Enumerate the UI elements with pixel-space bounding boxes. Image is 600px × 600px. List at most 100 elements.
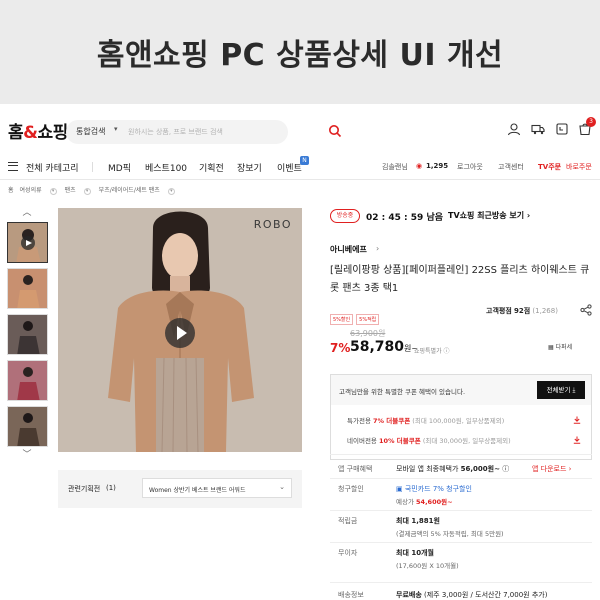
thumbnail-2[interactable] xyxy=(7,268,48,309)
thumbnail-4[interactable] xyxy=(7,360,48,401)
live-badge: 방송중 xyxy=(330,209,360,223)
nav-groceries[interactable]: 장보기 xyxy=(237,161,262,174)
nav-all-categories[interactable]: 전체 카테고리 xyxy=(26,161,79,174)
card-expected-label: 예상가 xyxy=(396,498,414,506)
breadcrumb-item[interactable]: 팬츠 xyxy=(65,187,76,194)
brand-name[interactable]: 아니베에프 xyxy=(330,244,367,255)
app-download-label: 앱 다운로드 xyxy=(532,465,567,473)
customer-center-link[interactable]: 고객센터 xyxy=(498,162,524,172)
play-icon xyxy=(21,236,35,250)
nav-exhibitions[interactable]: 기획전 xyxy=(199,161,224,174)
coupon-header: 고객님만을 위한 특별한 쿠폰 혜택이 있습니다. 전체받기 ⤓ xyxy=(331,375,591,405)
recent-viewed-icon[interactable] xyxy=(555,122,569,136)
card-discount-label: 다퍼세 xyxy=(555,344,573,351)
app-download-link[interactable]: 앱 다운로드 › xyxy=(532,464,571,474)
download-icon[interactable] xyxy=(573,416,581,424)
download-icon[interactable] xyxy=(573,436,581,444)
coupon-box: 고객님만을 위한 특별한 쿠폰 혜택이 있습니다. 전체받기 ⤓ 특가전용 7%… xyxy=(330,374,592,460)
thumb-up-arrow-icon[interactable]: ︿ xyxy=(22,208,32,218)
tv-order-link[interactable]: TV주문 xyxy=(538,162,561,172)
thumbnail-3[interactable] xyxy=(7,314,48,355)
card-expected: 예상가 54,600원~ xyxy=(396,496,453,506)
product-rating[interactable]: 고객평점 92점 (1,268) xyxy=(486,306,558,316)
shipping-label: 배송정보 xyxy=(338,591,364,599)
thumb-down-arrow-icon[interactable]: ﹀ xyxy=(22,450,32,460)
quick-order-link[interactable]: 바로주문 xyxy=(566,162,592,172)
related-exhibition-select[interactable]: Women 상반기 베스트 브랜드 어워드 ⌄ xyxy=(142,478,292,498)
chevron-down-icon[interactable]: ▾ xyxy=(83,188,91,195)
hamburger-menu-icon[interactable] xyxy=(8,162,18,171)
breadcrumb-item[interactable]: 홈 xyxy=(8,187,14,194)
discount-rate: 7% xyxy=(330,341,351,355)
card-brand-icon: ▣ xyxy=(396,485,403,493)
logout-link[interactable]: 로그아웃 xyxy=(457,162,483,172)
search-bar[interactable]: 통합검색 ▾ 원하시는 상품, 프로 브랜드 검색 xyxy=(66,120,342,144)
chevron-down-icon[interactable]: ▾ xyxy=(114,125,118,133)
search-icon[interactable] xyxy=(328,124,342,138)
app-benefit-value: 모바일 앱 최종혜택가 56,000원~ ⓘ xyxy=(396,464,509,474)
nav-divider xyxy=(92,162,93,172)
related-label: 관련기획전 xyxy=(68,485,101,493)
user-icon[interactable] xyxy=(507,122,521,136)
related-select-value: Women 상반기 베스트 브랜드 어워드 xyxy=(149,487,246,494)
play-icon[interactable] xyxy=(165,318,195,348)
rating-label: 고객평점 xyxy=(486,307,512,315)
points-value: 최대 1,881원 xyxy=(396,516,440,526)
delivery-truck-icon[interactable] xyxy=(531,122,545,136)
main-nav: 전체 카테고리 MD픽 베스트100 기획전 장보기 이벤트 N 김솔랜님 ◉ … xyxy=(0,154,600,180)
app-benefit-label: 앱 구매혜택 xyxy=(338,465,373,473)
breadcrumb-item[interactable]: 부츠/레이어드/세트 팬츠 xyxy=(99,187,160,194)
shipping-value-text: 무료배송 xyxy=(396,591,422,599)
shipping-sub: (제주 3,000원 / 도서산간 7,000원 추가) xyxy=(424,591,548,599)
main-product-image[interactable]: ROBO xyxy=(58,208,302,452)
coupon-name: 네이버전용 xyxy=(347,437,377,445)
chevron-down-icon[interactable]: ▾ xyxy=(49,188,57,195)
coupon-name: 특가전용 xyxy=(347,417,371,425)
logo[interactable]: 홈&쇼핑 xyxy=(8,118,68,143)
header: 홈&쇼핑 통합검색 ▾ 원하시는 상품, 프로 브랜드 검색 3 xyxy=(0,104,600,154)
card-label: 청구할인 xyxy=(338,485,364,493)
user-points[interactable]: 1,295 xyxy=(426,162,448,170)
thumbnail-model-image xyxy=(17,321,40,354)
product-title: [릴레이팡팡 상품][페이퍼플레인] 22SS 플리츠 하이웨스트 큐롯 팬츠 … xyxy=(330,265,590,294)
rating-score: 92점 xyxy=(514,307,531,315)
search-scope[interactable]: 통합검색 xyxy=(76,126,105,137)
card-expected-price: 54,600원~ xyxy=(416,498,453,506)
brand-watermark: ROBO xyxy=(253,218,292,231)
card-value[interactable]: ▣ 국민카드 7% 청구할인 xyxy=(396,484,472,494)
thumbnail-5[interactable] xyxy=(7,406,48,447)
coupon-row-1: 특가전용 7% 더블쿠폰 (최대 100,000원, 일부상품제외) xyxy=(347,415,504,425)
nav-md-pick[interactable]: MD픽 xyxy=(108,161,131,174)
card-discount-button[interactable]: ▦ 다퍼세 xyxy=(548,342,572,351)
logo-amp: & xyxy=(23,123,38,143)
installment-label: 무이자 xyxy=(338,549,358,557)
breadcrumb: 홈 여성의류 ▾ 팬츠 ▾ 부츠/레이어드/세트 팬츠 ▾ xyxy=(8,185,183,195)
product-tags: 5%할인 5%적립 xyxy=(330,306,382,325)
download-all-coupons-button[interactable]: 전체받기 ⤓ xyxy=(537,381,585,399)
installment-value: 최대 10개월 xyxy=(396,548,434,558)
coupon-limit: (최대 30,000원, 일부상품제외) xyxy=(422,437,511,445)
thumbnail-model-image xyxy=(17,367,40,400)
chevron-down-icon[interactable]: ▾ xyxy=(167,188,175,195)
banner-title: 홈앤쇼핑 PC 상품상세 UI 개선 xyxy=(96,38,504,73)
promo-banner: 홈앤쇼핑 PC 상품상세 UI 개선 xyxy=(0,0,600,104)
nav-best100[interactable]: 베스트100 xyxy=(145,161,187,174)
chevron-right-icon[interactable]: › xyxy=(376,244,379,253)
broadcast-timer: 02 : 45 : 59 남음 xyxy=(366,213,443,223)
user-name[interactable]: 김솔랜님 xyxy=(382,162,408,172)
coupon-limit: (최대 100,000원, 일부상품제외) xyxy=(412,417,505,425)
share-icon[interactable] xyxy=(580,304,592,316)
search-input[interactable]: 원하시는 상품, 프로 브랜드 검색 xyxy=(128,127,223,137)
thumbnail-1[interactable] xyxy=(7,222,48,263)
cart-badge: 3 xyxy=(586,117,596,127)
price-note[interactable]: 쇼핑특별가 ⓘ xyxy=(414,346,450,355)
info-icon: ⓘ xyxy=(502,465,510,473)
tv-recent-broadcast-link[interactable]: TV쇼핑 최근방송 보기 › xyxy=(448,210,530,221)
installment-sub: (17,600원 X 10개월) xyxy=(396,562,459,570)
logo-text: 홈 xyxy=(8,123,24,143)
breadcrumb-item[interactable]: 여성의류 xyxy=(20,187,42,194)
coupon-rate: 7% 더블쿠폰 xyxy=(373,417,411,425)
chevron-down-icon: ⌄ xyxy=(279,483,285,491)
nav-events[interactable]: 이벤트 xyxy=(277,161,302,174)
new-badge: N xyxy=(300,156,309,165)
